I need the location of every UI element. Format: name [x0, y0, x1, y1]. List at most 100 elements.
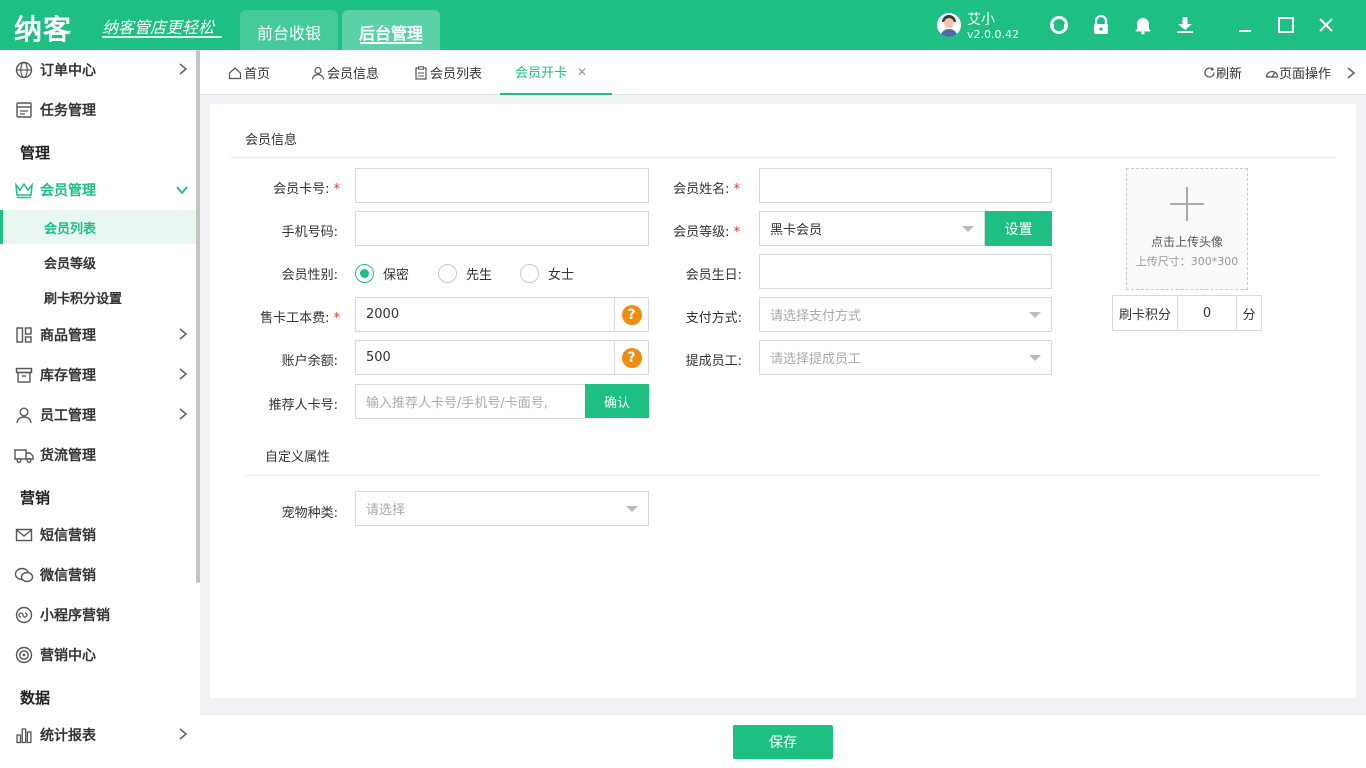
chevron-right-icon[interactable]: [1346, 50, 1356, 95]
referrer-placeholder: 输入推荐人卡号/手机号/卡面号,: [366, 396, 548, 411]
chevron-right-icon: [178, 368, 188, 384]
home-icon: [228, 66, 242, 80]
download-icon[interactable]: [1173, 13, 1197, 37]
label-birthday: 会员生日:: [685, 268, 742, 283]
sidebar-item-members[interactable]: 会员管理: [0, 170, 196, 210]
gauge-icon: [1265, 66, 1279, 79]
bell-icon[interactable]: [1131, 13, 1155, 37]
mail-icon: [14, 525, 34, 545]
phone-input[interactable]: [355, 211, 649, 246]
referrer-confirm-button[interactable]: 确认: [585, 384, 649, 418]
tab-home[interactable]: 首页: [228, 50, 270, 95]
sidebar-section-manage: 管理: [20, 144, 51, 162]
sidebar-item-label: 库存管理: [40, 368, 96, 384]
sidebar-item-orders[interactable]: 订单中心: [0, 50, 196, 90]
lock-icon[interactable]: [1089, 13, 1113, 37]
sidebar-item-goods[interactable]: 商品管理: [0, 315, 196, 355]
card-no-input[interactable]: [355, 168, 649, 203]
referrer-input[interactable]: 输入推荐人卡号/手机号/卡面号,: [355, 384, 586, 419]
tab-member-list[interactable]: 会员列表: [414, 50, 482, 95]
birthday-input[interactable]: [759, 254, 1052, 289]
sidebar-item-miniprogram[interactable]: 小程序营销: [0, 595, 196, 635]
sidebar-item-label: 会员管理: [40, 183, 96, 199]
points-value: 0: [1202, 305, 1212, 321]
sidebar-scrollbar[interactable]: [196, 50, 200, 583]
card-fee-value: 2000: [366, 307, 400, 322]
label-pet: 宠物种类:: [281, 506, 338, 521]
gender-radio-female[interactable]: 女士: [520, 264, 574, 283]
tab-member-open-card[interactable]: 会员开卡 ✕: [500, 50, 612, 95]
sidebar-section-data: 数据: [20, 689, 51, 707]
gender-radio-male[interactable]: 先生: [438, 264, 492, 283]
save-button[interactable]: 保存: [733, 725, 833, 759]
sidebar-item-staff[interactable]: 员工管理: [0, 395, 196, 435]
page-ops-button[interactable]: 页面操作: [1265, 50, 1331, 95]
member-level-value: 黑卡会员: [770, 223, 823, 238]
chevron-down-icon: [626, 506, 638, 512]
label-gender: 会员性别:: [281, 268, 338, 283]
sidebar-item-label: 商品管理: [40, 328, 96, 344]
sidebar-item-label: 短信营销: [40, 528, 96, 544]
tab-member-info[interactable]: 会员信息: [311, 50, 379, 95]
pet-placeholder: 请选择: [366, 503, 406, 518]
chevron-down-icon: [176, 183, 188, 199]
member-level-select[interactable]: 黑卡会员: [759, 211, 985, 246]
member-name-input[interactable]: [759, 168, 1052, 203]
points-unit: 分: [1236, 295, 1262, 331]
chevron-down-icon: [1029, 355, 1041, 361]
label-phone: 手机号码:: [281, 225, 338, 240]
sidebar-item-tasks[interactable]: 任务管理: [0, 90, 196, 130]
plus-icon: [1168, 185, 1206, 227]
sidebar-section-marketing: 营销: [20, 489, 51, 507]
pet-type-select[interactable]: 请选择: [355, 491, 649, 526]
label-commission: 提成员工:: [685, 354, 742, 369]
headset-icon[interactable]: [1047, 13, 1071, 37]
close-icon[interactable]: [1314, 13, 1338, 37]
sidebar-item-inventory[interactable]: 库存管理: [0, 355, 196, 395]
section-title-custom: 自定义属性: [265, 450, 331, 465]
sidebar-item-sms[interactable]: 短信营销: [0, 515, 196, 555]
avatar-upload[interactable]: 点击上传头像 上传尺寸：300*300: [1126, 168, 1248, 290]
points-input[interactable]: 0: [1177, 295, 1237, 331]
label-card-no: 会员卡号: *: [273, 182, 340, 197]
nav-backend[interactable]: 后台管理: [342, 10, 440, 50]
sidebar-subitem-points-setting[interactable]: 刷卡积分设置: [0, 280, 196, 314]
card-fee-input[interactable]: 2000: [355, 297, 615, 332]
refresh-button[interactable]: 刷新: [1203, 50, 1242, 95]
level-settings-button[interactable]: 设置: [985, 211, 1052, 246]
divider: [230, 157, 1336, 158]
sidebar-item-label: 微信营销: [40, 568, 96, 584]
sidebar-item-wechat[interactable]: 微信营销: [0, 555, 196, 595]
sidebar-item-label: 统计报表: [40, 728, 96, 744]
app-version: v2.0.0.42: [967, 28, 1019, 41]
bottom-bar: 保存: [200, 714, 1366, 768]
task-icon: [14, 100, 34, 120]
label-payment: 支付方式:: [685, 311, 742, 326]
section-title-member-info: 会员信息: [245, 133, 298, 148]
refresh-icon: [1203, 66, 1216, 79]
commission-staff-select[interactable]: 请选择提成员工: [759, 340, 1052, 375]
sidebar: 订单中心 任务管理 管理 会员管理 会员列表 会员等级 刷卡积分设置 商品管理 …: [0, 50, 200, 768]
sidebar-item-label: 小程序营销: [40, 608, 110, 624]
minimize-icon[interactable]: [1233, 13, 1257, 37]
sidebar-subitem-member-level[interactable]: 会员等级: [0, 245, 196, 279]
user-name[interactable]: 艾小: [967, 9, 995, 29]
sidebar-item-reports[interactable]: 统计报表: [0, 715, 196, 755]
gender-radio-secret[interactable]: 保密: [355, 264, 409, 283]
globe-icon: [14, 60, 34, 80]
sidebar-item-marketing-center[interactable]: 营销中心: [0, 635, 196, 675]
crown-icon: [14, 180, 34, 200]
sidebar-item-logistics[interactable]: 货流管理: [0, 435, 196, 475]
payment-select[interactable]: 请选择支付方式: [759, 297, 1052, 332]
chevron-down-icon: [1029, 312, 1041, 318]
close-tab-icon[interactable]: ✕: [577, 65, 587, 79]
sidebar-item-label: 订单中心: [40, 63, 96, 79]
nav-active-underline: [360, 42, 422, 44]
sidebar-subitem-member-list[interactable]: 会员列表: [0, 210, 196, 244]
top-bar: 纳客 纳客管店更轻松 前台收银 后台管理 艾小 v2.0.0.42: [0, 0, 1366, 50]
balance-input[interactable]: 500: [355, 340, 615, 375]
maximize-icon[interactable]: [1274, 13, 1298, 37]
avatar[interactable]: [937, 13, 961, 37]
label-card-fee: 售卡工本费: *: [260, 311, 340, 326]
nav-frontdesk[interactable]: 前台收银: [240, 10, 338, 50]
